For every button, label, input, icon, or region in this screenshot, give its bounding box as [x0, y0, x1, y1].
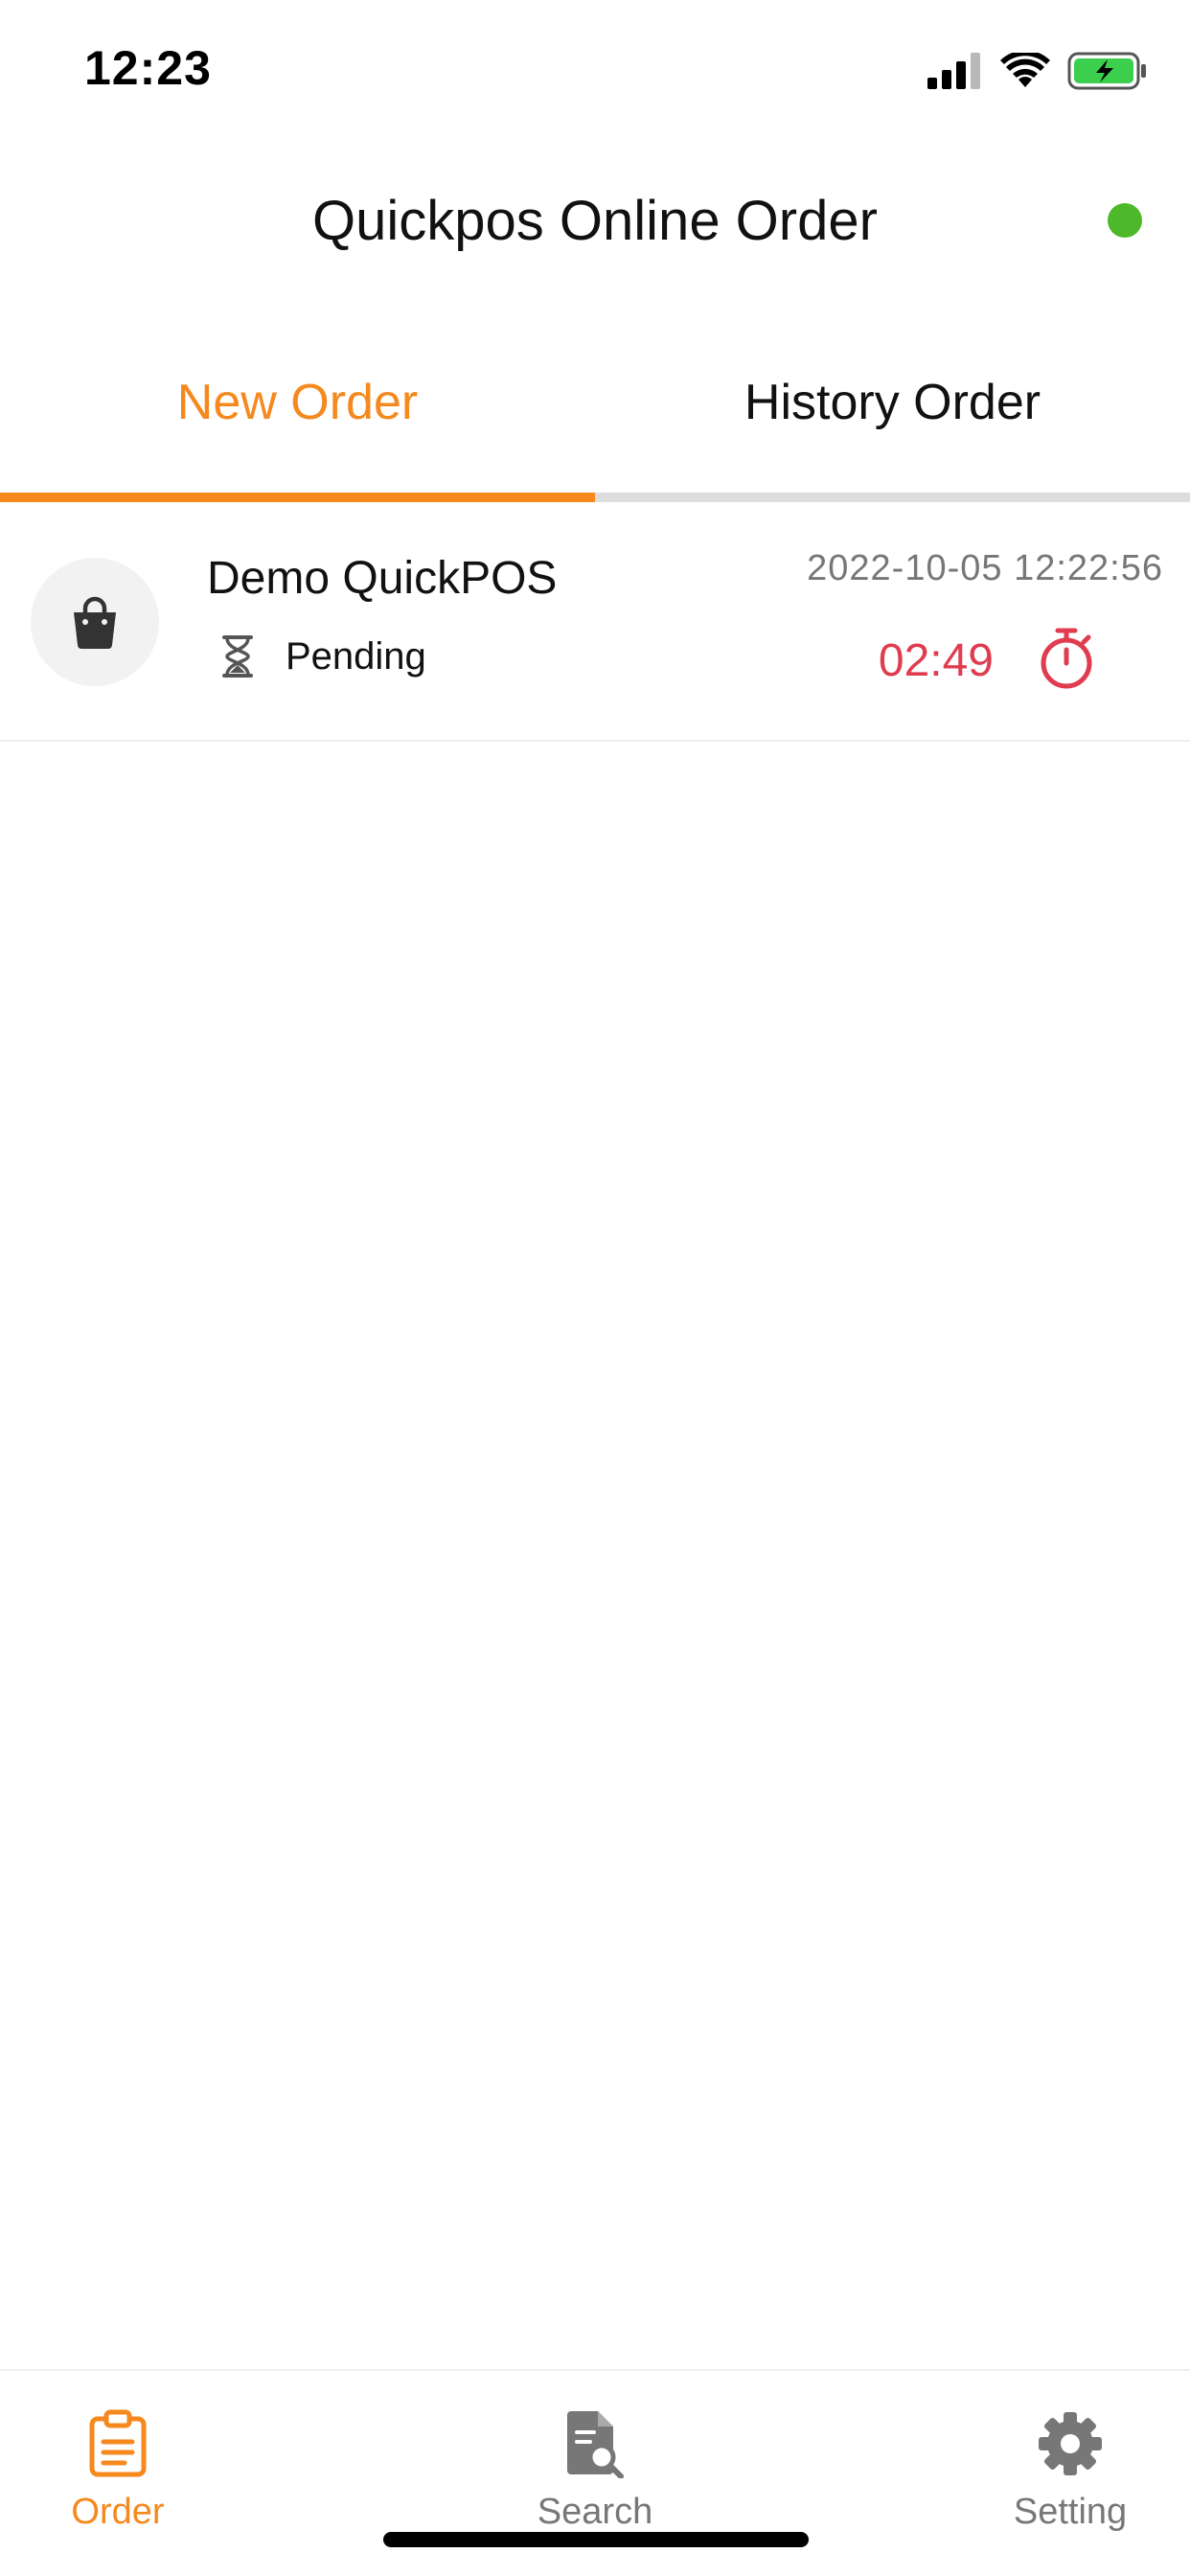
page-title: Quickpos Online Order [312, 189, 878, 252]
tab-history-order-label: History Order [744, 375, 1041, 430]
tab-history-order[interactable]: History Order [595, 326, 1190, 502]
battery-charging-icon [1067, 52, 1146, 90]
status-time: 12:23 [84, 41, 212, 95]
home-indicator [383, 2532, 809, 2547]
hourglass-icon [222, 635, 253, 678]
online-status-dot [1108, 203, 1142, 238]
order-tabs: New Order History Order [0, 326, 1190, 502]
tab-new-order[interactable]: New Order [0, 326, 595, 502]
order-datetime: 2022-10-05 12:22:56 [807, 548, 1163, 588]
tab-new-order-label: New Order [176, 375, 419, 430]
nav-setting[interactable]: Setting [955, 2409, 1185, 2553]
gear-icon [1039, 2412, 1102, 2475]
status-bar: 12:23 [0, 0, 1190, 144]
order-countdown: 02:49 [878, 635, 994, 686]
nav-search-label: Search [537, 2492, 653, 2532]
status-icons [927, 52, 1148, 90]
order-avatar [31, 558, 159, 686]
app-header: Quickpos Online Order [0, 163, 1190, 278]
wifi-icon [1000, 53, 1050, 87]
clipboard-icon [89, 2409, 147, 2477]
order-status: Pending [218, 634, 426, 678]
order-list-item[interactable]: Demo QuickPOS Pending 2022-10-05 12:22:5… [0, 502, 1190, 742]
tab-active-indicator [0, 493, 595, 502]
order-customer-name: Demo QuickPOS [207, 553, 558, 604]
shopping-bag-icon [74, 596, 116, 649]
nav-order[interactable]: Order [3, 2409, 233, 2553]
order-status-label: Pending [286, 634, 426, 678]
stopwatch-icon [1041, 628, 1092, 689]
document-search-icon [567, 2411, 624, 2478]
app-screen: 12:23 Quickpos Online Order New Order Hi… [0, 0, 1190, 2576]
nav-setting-label: Setting [1013, 2492, 1128, 2532]
cellular-signal-icon [927, 53, 980, 89]
nav-order-label: Order [71, 2492, 165, 2532]
